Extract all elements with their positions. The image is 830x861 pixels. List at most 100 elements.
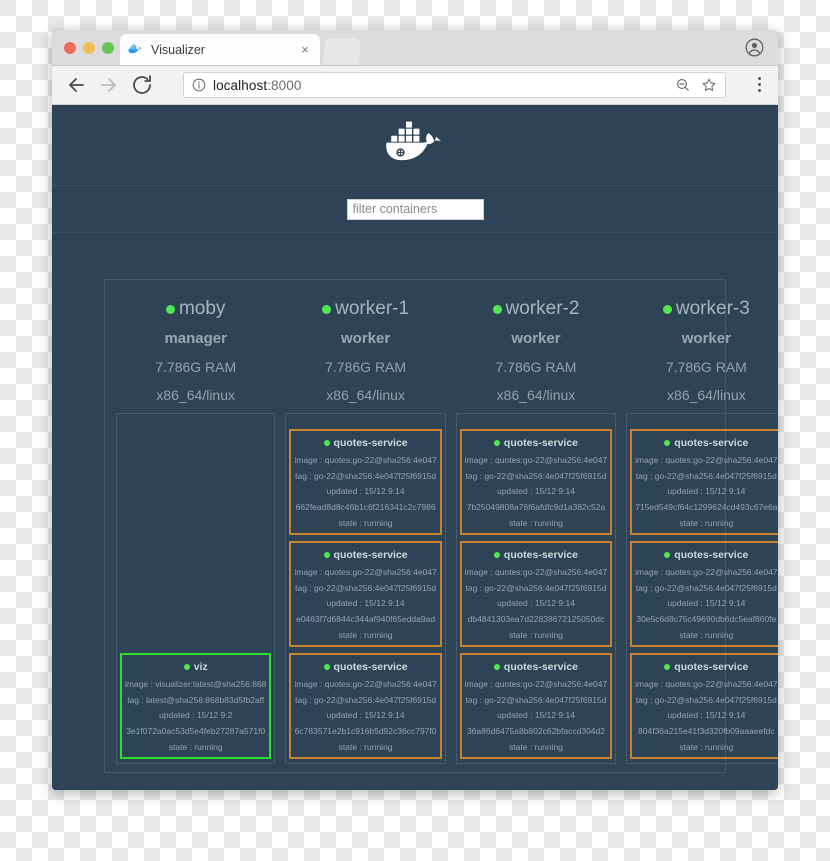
url-port: :8000 [267, 77, 302, 93]
container-name-label: viz [193, 661, 208, 673]
container-title: quotes-service [493, 549, 579, 561]
node-status-dot [662, 304, 672, 314]
container-name-label: quotes-service [674, 549, 749, 561]
container-state: state : running [679, 629, 734, 640]
window-minimize-button[interactable] [83, 42, 95, 54]
container-image: image : quotes:go-22@sha256:4e047 [464, 678, 608, 689]
container-id: 36a86d6475a8b802c62bfaccd304d2 [466, 726, 605, 737]
container-state: state : running [509, 517, 563, 528]
browser-window: Visualizer × localhost:8000 filter conta… [52, 30, 778, 790]
container-title: quotes-service [493, 437, 578, 449]
container-status-dot [664, 552, 671, 558]
container-card[interactable]: quotes-service image : quotes:go-22@sha25… [459, 429, 613, 535]
address-bar[interactable]: localhost:8000 [183, 72, 726, 98]
container-image: image : quotes:go-22@sha256:4e047 [464, 454, 608, 465]
container-updated: updated : 15/12 9:14 [496, 486, 575, 497]
container-tag: tag : go-22@sha256:4e047f25f6915d [465, 694, 607, 705]
container-status-dot [323, 664, 330, 670]
container-card[interactable]: viz image : visualizer:latest@sha256:868 t… [120, 653, 272, 759]
node-ram: 7.786G RAM [155, 359, 237, 375]
node-name: moby [165, 298, 225, 320]
container-tag: tag : go-22@sha256:4e047f25f6915d [635, 694, 777, 705]
url-text: localhost:8000 [213, 78, 665, 93]
visualizer-page: moby manager 7.786G RAM x86_64/linuxviz imag… [52, 105, 778, 790]
container-card[interactable]: quotes-service image : quotes:go-22@sha25… [459, 541, 613, 647]
kebab-menu-icon[interactable] [758, 77, 762, 93]
container-updated: updated : 15/12 9:14 [667, 710, 746, 721]
node-column: worker-1 worker 7.786G RAM x86_64/linux quot… [280, 288, 450, 764]
container-updated: updated : 15/12 9:14 [496, 710, 575, 721]
tab-close-icon[interactable]: × [298, 43, 312, 57]
arrow-left-icon[interactable] [64, 73, 88, 97]
page-info-icon[interactable] [192, 78, 206, 92]
filter-containers-input[interactable] [346, 198, 484, 220]
container-status-dot [323, 552, 330, 558]
browser-toolbar: localhost:8000 [52, 66, 778, 105]
browser-tab[interactable]: Visualizer × [120, 34, 320, 65]
container-title: quotes-service [664, 661, 748, 673]
container-image: image : visualizer:latest@sha256:868 [125, 678, 267, 689]
container-card[interactable]: quotes-service image : quotes:go-22@sha25… [289, 429, 442, 535]
container-tag: tag : go-22@sha256:4e047f25f6915d [295, 694, 437, 705]
container-updated: updated : 15/12 9:14 [326, 710, 405, 721]
container-tag: tag : go-22@sha256:4e047f25f6915d [295, 470, 437, 481]
container-card[interactable]: quotes-service image : quotes:go-22@sha25… [289, 541, 442, 647]
node-container-list: quotes-service image : quotes:go-22@sha25… [285, 413, 446, 764]
url-host: localhost [213, 77, 268, 93]
reload-icon[interactable] [130, 73, 154, 97]
arrow-right-icon [97, 73, 121, 97]
container-card[interactable]: quotes-service image : quotes:go-22@sha25… [630, 429, 778, 535]
node-arch: x86_64/linux [667, 387, 746, 403]
docker-whale-logo [384, 121, 446, 169]
container-state: state : running [679, 741, 734, 752]
container-tag: tag : go-22@sha256:4e047f25f6915d [465, 582, 607, 593]
container-status-dot [493, 552, 500, 558]
new-tab-area[interactable] [323, 38, 361, 65]
container-id: db4841303ea7d22838672125050dc [467, 614, 605, 625]
container-title: quotes-service [323, 661, 408, 673]
container-id: 804f36a215e41f3d320fb09aaaeefdc [638, 726, 775, 737]
node-name-label: worker-2 [505, 298, 580, 319]
node-name: worker-2 [492, 298, 580, 320]
node-name: worker-3 [662, 298, 750, 320]
bookmark-star-icon[interactable] [701, 77, 717, 93]
window-maximize-button[interactable] [102, 42, 114, 54]
container-name-label: quotes-service [333, 661, 408, 673]
node-ram: 7.786G RAM [325, 359, 407, 375]
container-id: 6c783571e2b1c916b5d92c36cc797f0 [294, 726, 437, 737]
container-title: quotes-service [323, 549, 408, 561]
node-arch: x86_64/linux [156, 387, 236, 403]
container-updated: updated : 15/12 9:2 [159, 710, 233, 721]
container-state: state : running [338, 517, 393, 528]
container-status-dot [493, 664, 500, 670]
container-state: state : running [338, 741, 393, 752]
node-role: manager [164, 330, 227, 347]
node-column: moby manager 7.786G RAM x86_64/linuxviz imag… [111, 288, 280, 764]
container-updated: updated : 15/12 9:14 [326, 486, 405, 497]
container-status-dot [664, 440, 671, 446]
container-tag: tag : go-22@sha256:4e047f25f6915d [635, 582, 777, 593]
container-image: image : quotes:go-22@sha256:4e047 [635, 678, 778, 689]
container-tag: tag : latest@sha256:868b83d5fb2aff [127, 694, 265, 705]
node-ram: 7.786G RAM [495, 359, 577, 375]
container-card[interactable]: quotes-service image : quotes:go-22@sha25… [630, 653, 778, 759]
container-card[interactable]: quotes-service image : quotes:go-22@sha25… [630, 541, 778, 647]
container-image: image : quotes:go-22@sha256:4e047 [635, 566, 778, 577]
container-updated: updated : 15/12 9:14 [667, 598, 746, 609]
container-card[interactable]: quotes-service image : quotes:go-22@sha25… [459, 653, 613, 759]
container-name-label: quotes-service [674, 661, 749, 673]
container-card[interactable]: quotes-service image : quotes:go-22@sha25… [289, 653, 442, 759]
container-image: image : quotes:go-22@sha256:4e047 [635, 454, 778, 465]
container-updated: updated : 15/12 9:14 [326, 598, 405, 609]
container-state: state : running [509, 741, 563, 752]
container-image: image : quotes:go-22@sha256:4e047 [464, 566, 608, 577]
page-header [52, 105, 778, 185]
container-tag: tag : go-22@sha256:4e047f25f6915d [635, 470, 777, 481]
node-arch: x86_64/linux [496, 387, 576, 403]
container-name-label: quotes-service [503, 549, 579, 561]
container-title: quotes-service [664, 549, 748, 561]
user-account-icon[interactable] [745, 38, 764, 57]
zoom-out-icon[interactable] [675, 77, 691, 93]
window-close-button[interactable] [64, 42, 76, 54]
container-name-label: quotes-service [333, 549, 408, 561]
